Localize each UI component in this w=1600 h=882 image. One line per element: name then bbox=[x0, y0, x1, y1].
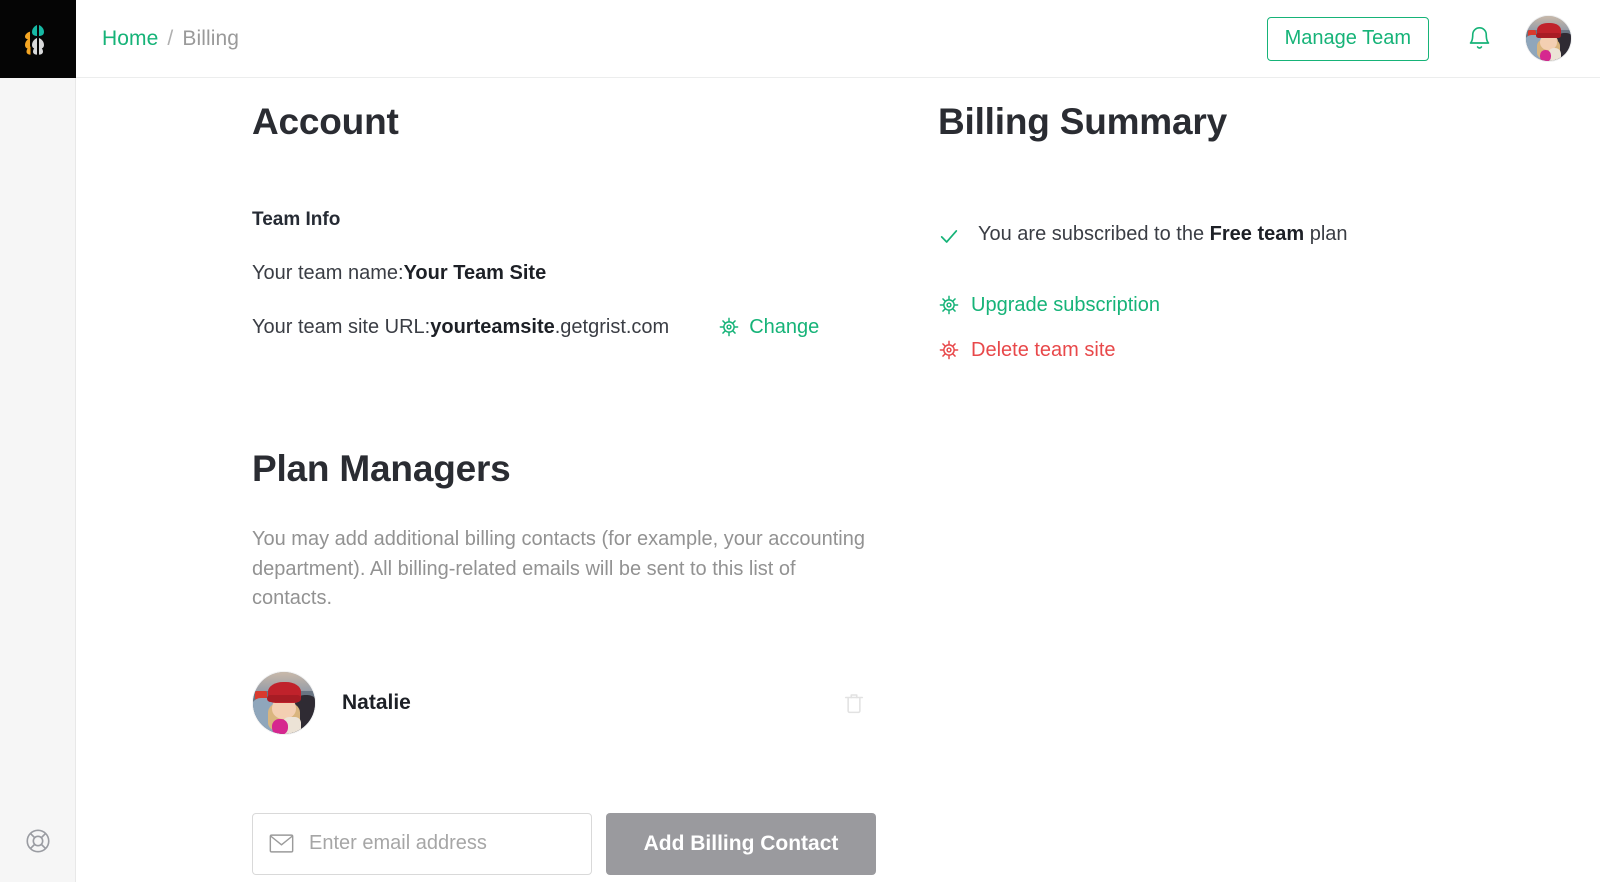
user-avatar[interactable] bbox=[1525, 15, 1572, 62]
page-title-plan-managers: Plan Managers bbox=[252, 447, 511, 489]
remove-contact-button[interactable] bbox=[836, 685, 872, 721]
status-prefix: You are subscribed to the bbox=[978, 222, 1210, 245]
status-suffix: plan bbox=[1304, 222, 1348, 245]
page-title-billing-summary: Billing Summary bbox=[938, 101, 1227, 142]
subscription-status: You are subscribed to the Free team plan bbox=[938, 223, 1600, 247]
life-ring-icon[interactable] bbox=[24, 827, 52, 855]
rail-bottom bbox=[0, 800, 75, 882]
status-plan-name: Free team bbox=[1209, 222, 1305, 245]
breadcrumb-home[interactable]: Home bbox=[102, 27, 158, 51]
change-url-label: Change bbox=[749, 315, 820, 338]
user-avatar-photo bbox=[1526, 16, 1571, 61]
left-rail bbox=[0, 0, 76, 882]
gear-icon bbox=[939, 340, 959, 360]
breadcrumb-current: Billing bbox=[182, 26, 240, 50]
page-content: Account Team Info Your team name: Your T… bbox=[76, 78, 1600, 882]
grist-logo-icon bbox=[24, 25, 44, 55]
change-url-link[interactable]: Change bbox=[718, 316, 819, 339]
envelope-icon bbox=[269, 834, 294, 854]
billing-summary-column: Billing Summary You are subscribed to th… bbox=[906, 78, 1600, 882]
notification-bell-icon bbox=[1469, 27, 1489, 49]
team-name-label: Your team name: bbox=[252, 261, 404, 284]
notifications-button[interactable] bbox=[1455, 15, 1503, 63]
subscription-status-text: You are subscribed to the Free team plan bbox=[978, 223, 1348, 246]
team-url-subdomain: yourteamsite bbox=[430, 315, 555, 338]
page-title-account: Account bbox=[252, 101, 399, 142]
billing-contact-row: Natalie bbox=[252, 670, 872, 735]
app-root: Home / Billing Manage Team Account Team … bbox=[0, 0, 1600, 882]
breadcrumb-separator: / bbox=[167, 26, 174, 50]
delete-team-site-label: Delete team site bbox=[971, 338, 1116, 361]
add-billing-contact-button[interactable]: Add Billing Contact bbox=[606, 812, 876, 875]
top-bar: Home / Billing Manage Team bbox=[76, 0, 1600, 78]
gear-icon bbox=[719, 317, 739, 337]
contact-name: Natalie bbox=[342, 690, 411, 714]
account-column: Account Team Info Your team name: Your T… bbox=[76, 78, 906, 882]
grist-logo[interactable] bbox=[0, 0, 76, 78]
upgrade-subscription-label: Upgrade subscription bbox=[971, 293, 1160, 316]
check-icon bbox=[940, 229, 958, 243]
email-input[interactable] bbox=[309, 832, 575, 856]
team-url-label: Your team site URL: bbox=[252, 315, 431, 338]
main-area: Home / Billing Manage Team Account Team … bbox=[76, 0, 1600, 882]
delete-team-site-link[interactable]: Delete team site bbox=[938, 339, 1116, 362]
plan-managers-description: You may add additional billing contacts … bbox=[252, 528, 865, 609]
contact-avatar bbox=[252, 670, 316, 735]
team-url-row: Your team site URL: yourteamsite .getgri… bbox=[252, 316, 906, 339]
email-input-wrapper[interactable] bbox=[252, 812, 592, 875]
team-name-row: Your team name: Your Team Site bbox=[252, 262, 906, 285]
team-info-heading: Team Info bbox=[252, 208, 341, 230]
add-contact-row: Add Billing Contact bbox=[252, 812, 906, 875]
team-name-value: Your Team Site bbox=[403, 261, 547, 284]
team-url-domain: .getgrist.com bbox=[554, 315, 670, 338]
upgrade-subscription-link[interactable]: Upgrade subscription bbox=[938, 294, 1160, 317]
contact-avatar-photo bbox=[253, 671, 315, 734]
gear-icon bbox=[939, 295, 959, 315]
trash-icon bbox=[844, 694, 864, 714]
manage-team-button[interactable]: Manage Team bbox=[1266, 16, 1429, 61]
breadcrumb: Home / Billing bbox=[102, 27, 239, 51]
